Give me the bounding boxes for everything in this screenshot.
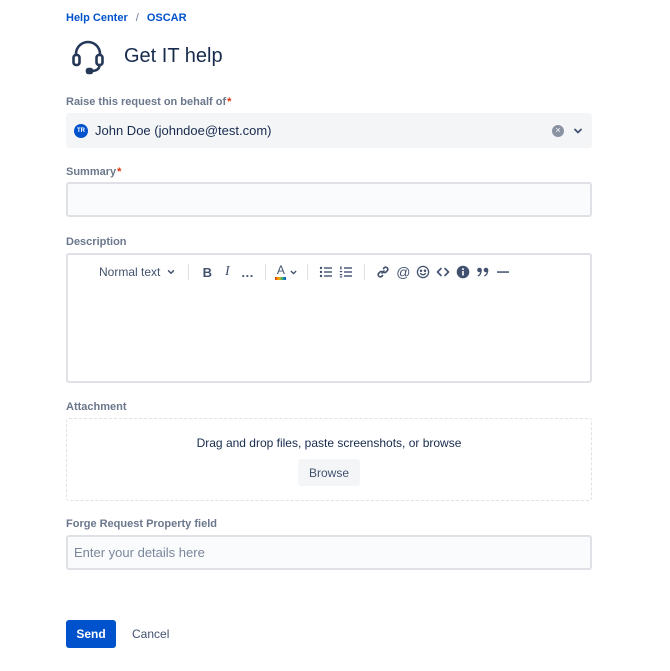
browse-button[interactable]: Browse [297, 459, 360, 486]
info-panel-icon[interactable] [453, 260, 473, 284]
quote-icon[interactable] [473, 260, 493, 284]
headset-icon [66, 34, 110, 78]
chevron-down-icon[interactable] [572, 125, 584, 137]
breadcrumb-help-center-link[interactable]: Help Center [66, 12, 128, 24]
text-color-letter: A [276, 262, 285, 277]
text-style-label: Normal text [99, 265, 161, 279]
on-behalf-label-text: Raise this request on behalf of [66, 96, 227, 108]
emoji-icon[interactable] [413, 260, 433, 284]
on-behalf-select[interactable]: TR John Doe (johndoe@test.com) × [66, 113, 592, 148]
breadcrumb-project-link[interactable]: OSCAR [147, 12, 187, 24]
breadcrumb-separator: / [135, 12, 139, 24]
required-marker: * [117, 166, 122, 178]
forge-property-input[interactable] [66, 535, 592, 570]
description-label: Description [66, 236, 127, 248]
summary-label: Summary* [66, 166, 121, 178]
on-behalf-label: Raise this request on behalf of* [66, 96, 231, 108]
chevron-down-icon [290, 270, 297, 274]
avatar: TR [74, 123, 88, 138]
cancel-button[interactable]: Cancel [124, 620, 177, 648]
editor-toolbar: Normal text B I … A @ [68, 255, 590, 289]
bullet-list-icon[interactable] [316, 260, 336, 284]
more-formatting-button[interactable]: … [237, 260, 257, 284]
chevron-down-icon [168, 270, 175, 274]
toolbar-divider [364, 264, 366, 280]
on-behalf-selected-value: John Doe (johndoe@test.com) [95, 123, 272, 138]
divider-rule-icon[interactable] [493, 260, 513, 284]
toolbar-divider [265, 264, 267, 280]
mention-icon[interactable]: @ [393, 260, 413, 284]
breadcrumb: Help Center / OSCAR [66, 12, 187, 24]
dropzone-hint: Drag and drop files, paste screenshots, … [196, 436, 462, 450]
toolbar-divider [188, 264, 190, 280]
page-header: Get IT help [66, 34, 223, 78]
attachment-label: Attachment [66, 401, 127, 413]
code-icon[interactable] [433, 260, 453, 284]
send-button[interactable]: Send [66, 620, 116, 648]
color-swatch-icon [275, 276, 287, 280]
bold-button[interactable]: B [197, 260, 217, 284]
link-icon[interactable] [373, 260, 393, 284]
numbered-list-icon[interactable] [336, 260, 356, 284]
required-marker: * [227, 96, 232, 108]
forge-property-label: Forge Request Property field [66, 518, 217, 530]
toolbar-divider [307, 264, 309, 280]
select-actions: × [552, 124, 584, 137]
summary-label-text: Summary [66, 166, 117, 178]
attachment-dropzone[interactable]: Drag and drop files, paste screenshots, … [66, 418, 592, 501]
clear-icon[interactable]: × [552, 124, 564, 137]
page-title: Get IT help [124, 44, 223, 67]
text-color-button[interactable]: A [274, 260, 299, 284]
description-editor[interactable]: Normal text B I … A @ [66, 253, 592, 383]
summary-input[interactable] [66, 182, 592, 217]
italic-button[interactable]: I [217, 260, 237, 284]
text-style-dropdown[interactable]: Normal text [95, 260, 180, 284]
